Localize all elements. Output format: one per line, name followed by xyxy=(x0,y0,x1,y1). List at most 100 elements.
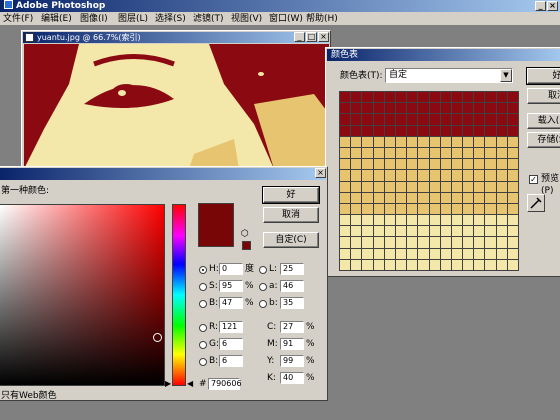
color-swatch[interactable] xyxy=(507,159,518,170)
menu-help[interactable]: 帮助(H) xyxy=(306,13,338,25)
color-swatch[interactable] xyxy=(418,248,429,259)
color-swatch[interactable] xyxy=(474,125,485,136)
color-swatch[interactable] xyxy=(395,125,407,136)
color-swatch[interactable] xyxy=(351,248,362,259)
color-swatch[interactable] xyxy=(351,114,362,125)
color-swatch[interactable] xyxy=(507,259,518,270)
color-swatch[interactable] xyxy=(407,181,418,192)
color-swatch[interactable] xyxy=(373,159,384,170)
minimize-icon[interactable]: _ xyxy=(535,1,546,11)
color-swatch[interactable] xyxy=(384,92,395,103)
color-swatch[interactable] xyxy=(485,114,496,125)
color-swatch[interactable] xyxy=(496,147,507,159)
close-icon[interactable]: × xyxy=(547,1,558,11)
color-swatch[interactable] xyxy=(451,103,463,114)
l-field[interactable]: 25 xyxy=(280,263,304,275)
color-swatch[interactable] xyxy=(451,192,463,203)
color-swatch[interactable] xyxy=(340,248,351,259)
color-swatch[interactable] xyxy=(507,125,518,136)
custom-button[interactable]: 自定(C) xyxy=(263,232,319,248)
color-swatch[interactable] xyxy=(362,203,373,215)
color-swatch[interactable] xyxy=(362,181,373,192)
color-swatch[interactable] xyxy=(384,103,395,114)
color-swatch[interactable] xyxy=(340,136,351,147)
radio-a[interactable] xyxy=(259,283,267,291)
color-swatch[interactable] xyxy=(373,203,384,215)
color-swatch[interactable] xyxy=(485,125,496,136)
color-swatch[interactable] xyxy=(373,136,384,147)
color-swatch[interactable] xyxy=(429,136,440,147)
preview-checkbox[interactable]: ✓ xyxy=(529,175,538,184)
color-swatch[interactable] xyxy=(463,181,474,192)
color-swatch[interactable] xyxy=(463,159,474,170)
lab-b-field[interactable]: 35 xyxy=(280,297,304,309)
color-swatch[interactable] xyxy=(507,103,518,114)
color-swatch[interactable] xyxy=(507,203,518,215)
color-swatch[interactable] xyxy=(373,170,384,181)
color-swatch[interactable] xyxy=(340,181,351,192)
color-swatch[interactable] xyxy=(395,170,407,181)
radio-b[interactable] xyxy=(199,300,207,308)
color-swatch[interactable] xyxy=(395,215,407,226)
color-swatch[interactable] xyxy=(407,92,418,103)
menu-filter[interactable]: 滤镜(T) xyxy=(193,13,224,25)
color-swatch[interactable] xyxy=(463,147,474,159)
color-swatch[interactable] xyxy=(362,259,373,270)
color-swatch[interactable] xyxy=(485,226,496,237)
color-swatch[interactable] xyxy=(384,125,395,136)
color-swatch[interactable] xyxy=(362,192,373,203)
color-swatch[interactable] xyxy=(440,136,451,147)
color-swatch[interactable] xyxy=(384,114,395,125)
color-swatch[interactable] xyxy=(485,103,496,114)
color-swatch[interactable] xyxy=(384,203,395,215)
color-swatch[interactable] xyxy=(496,248,507,259)
color-swatch[interactable] xyxy=(351,92,362,103)
color-swatch[interactable] xyxy=(418,226,429,237)
cube-warning-icon[interactable]: ⬡ xyxy=(241,229,249,239)
color-swatch[interactable] xyxy=(407,136,418,147)
load-button[interactable]: 载入(L)... xyxy=(527,113,560,129)
color-swatch[interactable] xyxy=(373,103,384,114)
color-swatch[interactable] xyxy=(474,159,485,170)
color-swatch[interactable] xyxy=(507,92,518,103)
color-swatch[interactable] xyxy=(407,237,418,248)
radio-g[interactable] xyxy=(199,341,207,349)
ok-button[interactable]: 好 xyxy=(262,186,320,204)
color-swatch[interactable] xyxy=(463,92,474,103)
color-swatch[interactable] xyxy=(485,170,496,181)
color-swatch[interactable] xyxy=(395,248,407,259)
color-swatch[interactable] xyxy=(507,192,518,203)
eyedropper-button[interactable] xyxy=(527,194,545,212)
radio-l[interactable] xyxy=(259,266,267,274)
color-swatch[interactable] xyxy=(485,259,496,270)
color-swatch[interactable] xyxy=(451,226,463,237)
menu-layer[interactable]: 图层(L) xyxy=(118,13,148,25)
color-swatch[interactable] xyxy=(496,136,507,147)
cancel-button[interactable]: 取消 xyxy=(263,207,319,223)
menu-edit[interactable]: 编辑(E) xyxy=(41,13,72,25)
menu-window[interactable]: 窗口(W) xyxy=(269,13,303,25)
color-swatch[interactable] xyxy=(451,170,463,181)
cancel-button[interactable]: 取消 xyxy=(527,88,560,104)
color-swatch[interactable] xyxy=(362,147,373,159)
color-swatch[interactable] xyxy=(373,92,384,103)
color-swatch[interactable] xyxy=(340,147,351,159)
color-swatch[interactable] xyxy=(440,181,451,192)
saturation-brightness-field[interactable] xyxy=(0,204,165,386)
color-swatch[interactable] xyxy=(373,226,384,237)
color-swatch[interactable] xyxy=(407,248,418,259)
blue-field[interactable]: 6 xyxy=(219,355,243,367)
color-swatch[interactable] xyxy=(362,103,373,114)
color-swatch[interactable] xyxy=(429,159,440,170)
color-swatch[interactable] xyxy=(496,103,507,114)
color-swatch[interactable] xyxy=(451,125,463,136)
color-swatch[interactable] xyxy=(463,170,474,181)
color-swatch[interactable] xyxy=(351,125,362,136)
color-swatch[interactable] xyxy=(373,259,384,270)
color-swatch[interactable] xyxy=(429,147,440,159)
color-swatch[interactable] xyxy=(485,192,496,203)
image-canvas[interactable] xyxy=(24,44,329,169)
a-field[interactable]: 46 xyxy=(280,280,304,292)
save-button[interactable]: 存储(S)... xyxy=(527,132,560,148)
color-swatch[interactable] xyxy=(407,192,418,203)
